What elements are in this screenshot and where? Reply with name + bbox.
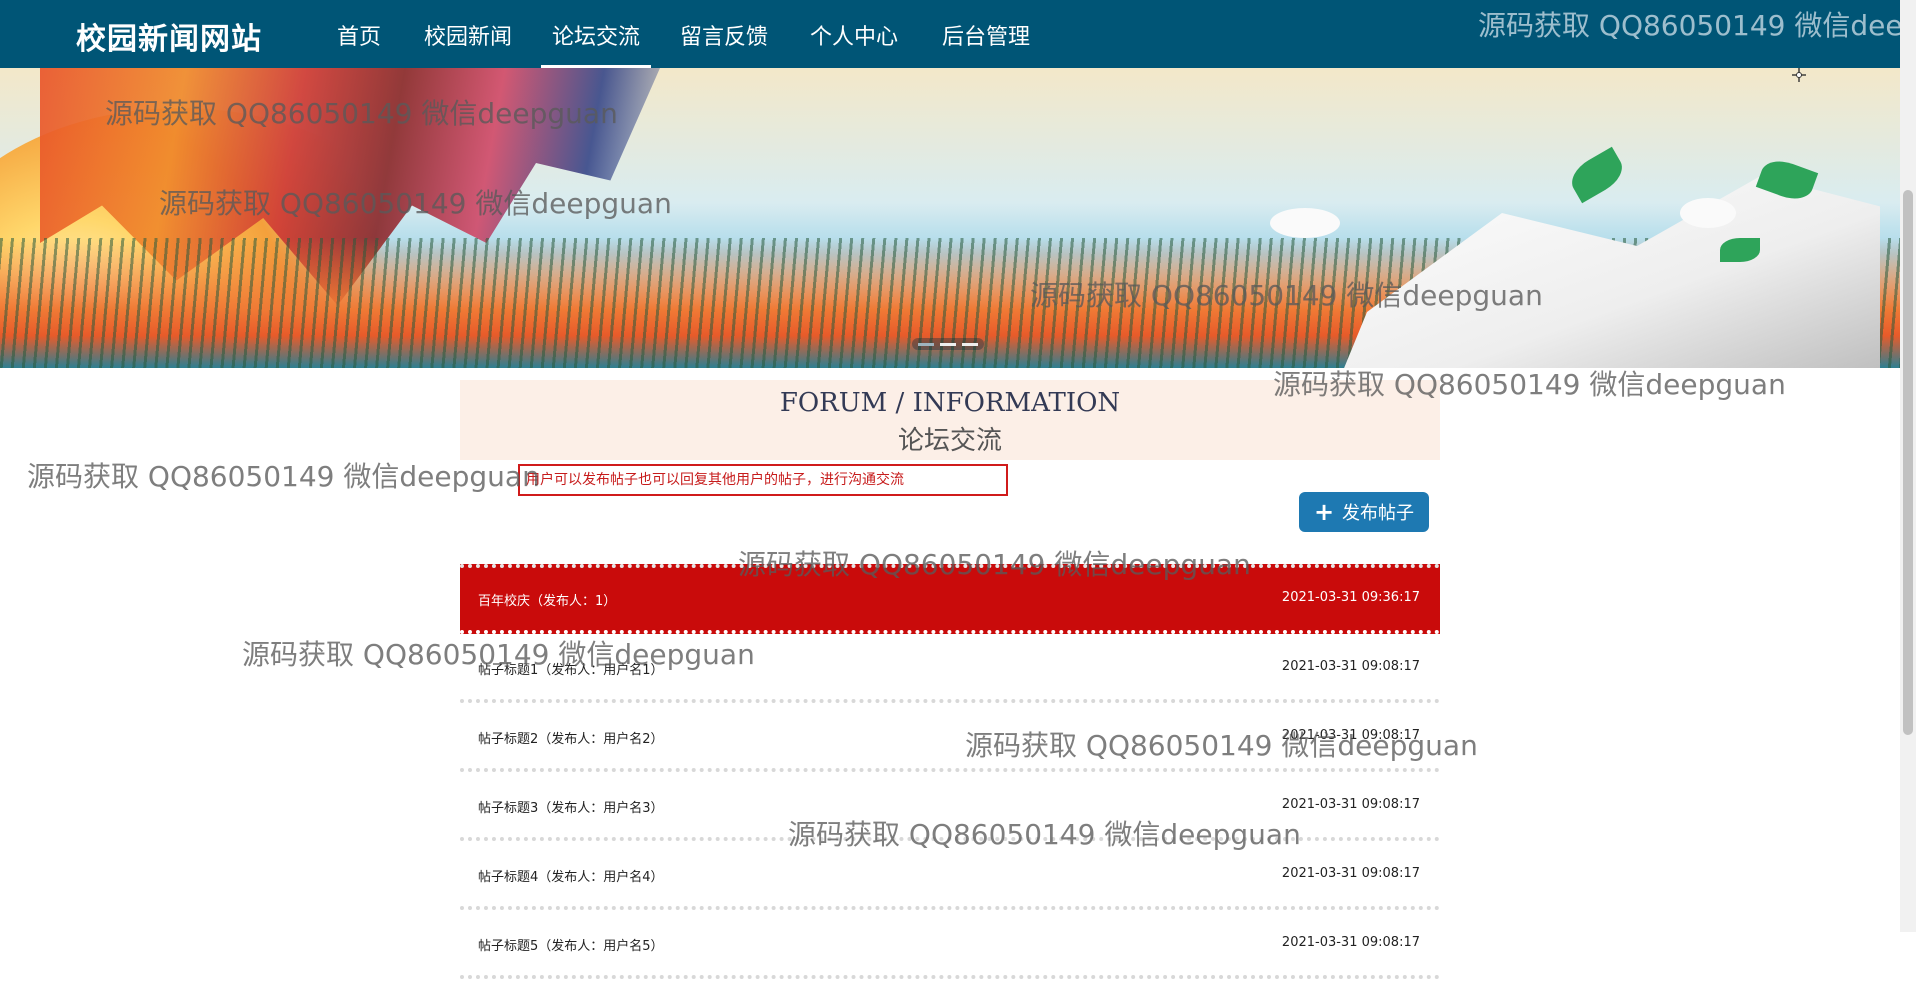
watermark-text: 源码获取 QQ86050149 微信deepguan [788, 818, 1301, 851]
nav-item-home[interactable]: 首页 [337, 19, 381, 68]
site-brand[interactable]: 校园新闻网站 [76, 14, 262, 58]
watermark-text: 源码获取 QQ86050149 微信deepguan [159, 187, 672, 220]
scrollbar-thumb[interactable] [1903, 190, 1913, 735]
post-row[interactable]: 帖子标题4（发布人：用户名4） 2021-03-31 09:08:17 [460, 844, 1440, 910]
nav-item-feedback[interactable]: 留言反馈 [680, 19, 768, 68]
watermark-text: 源码获取 QQ86050149 微信deepguan [1030, 279, 1543, 312]
post-date: 2021-03-31 09:08:17 [1281, 866, 1420, 881]
crosshair-cursor-icon [1792, 68, 1806, 82]
watermark-text: 源码获取 QQ86050149 微信deepguan [738, 548, 1251, 581]
post-date: 2021-03-31 09:08:17 [1281, 935, 1420, 950]
post-title[interactable]: 帖子标题3（发布人：用户名3） [478, 797, 664, 816]
banner-leaf-graphic [1720, 238, 1760, 262]
banner-dove-graphic [1270, 208, 1340, 238]
watermark-text: 源码获取 QQ86050149 微信deepguan [965, 729, 1478, 762]
watermark-text: 源码获取 QQ86050149 微信deepguan [1273, 368, 1786, 401]
forum-title-cn: 论坛交流 [897, 426, 1002, 456]
post-date: 2021-03-31 09:08:17 [1281, 797, 1420, 812]
post-title[interactable]: 帖子标题5（发布人：用户名5） [478, 935, 664, 954]
banner-dove-graphic [1680, 198, 1736, 228]
carousel-dot[interactable] [918, 343, 934, 346]
post-title[interactable]: 帖子标题2（发布人：用户名2） [478, 728, 664, 747]
carousel-indicators [912, 338, 984, 350]
watermark-text: 源码获取 QQ86050149 微信deepguan [105, 97, 618, 130]
watermark-text: 源码获取 QQ86050149 微信deepguan [242, 638, 755, 671]
forum-hint-text: 用户可以发布帖子也可以回复其他用户的帖子，进行沟通交流 [518, 464, 1008, 496]
post-row[interactable]: 帖子标题5（发布人：用户名5） 2021-03-31 09:08:17 [460, 913, 1440, 979]
nav-item-admin[interactable]: 后台管理 [942, 19, 1030, 68]
post-date: 2021-03-31 09:08:17 [1281, 659, 1420, 674]
watermark-text: 源码获取 QQ86050149 微信deepguan [1478, 9, 1900, 42]
post-title[interactable]: 百年校庆（发布人：1） [478, 590, 616, 609]
carousel-dot[interactable] [940, 343, 956, 346]
nav-item-forum[interactable]: 论坛交流 [541, 19, 652, 68]
carousel-dot[interactable] [962, 343, 978, 346]
watermark-text: 源码获取 QQ86050149 微信deepguan [27, 460, 540, 493]
publish-post-label: 发布帖子 [1342, 503, 1415, 524]
nav-item-campus-news[interactable]: 校园新闻 [424, 19, 512, 68]
post-title[interactable]: 帖子标题4（发布人：用户名4） [478, 866, 664, 885]
plus-icon: + [1313, 498, 1335, 526]
nav-item-personal-center[interactable]: 个人中心 [810, 19, 898, 68]
post-list: 百年校庆（发布人：1） 2021-03-31 09:36:17 帖子标题1（发布… [460, 564, 1440, 982]
post-date: 2021-03-31 09:36:17 [1281, 590, 1420, 605]
page-scrollbar[interactable] [1900, 0, 1916, 932]
publish-post-button[interactable]: + 发布帖子 [1299, 492, 1429, 532]
banner-leaf-graphic [1565, 146, 1629, 204]
